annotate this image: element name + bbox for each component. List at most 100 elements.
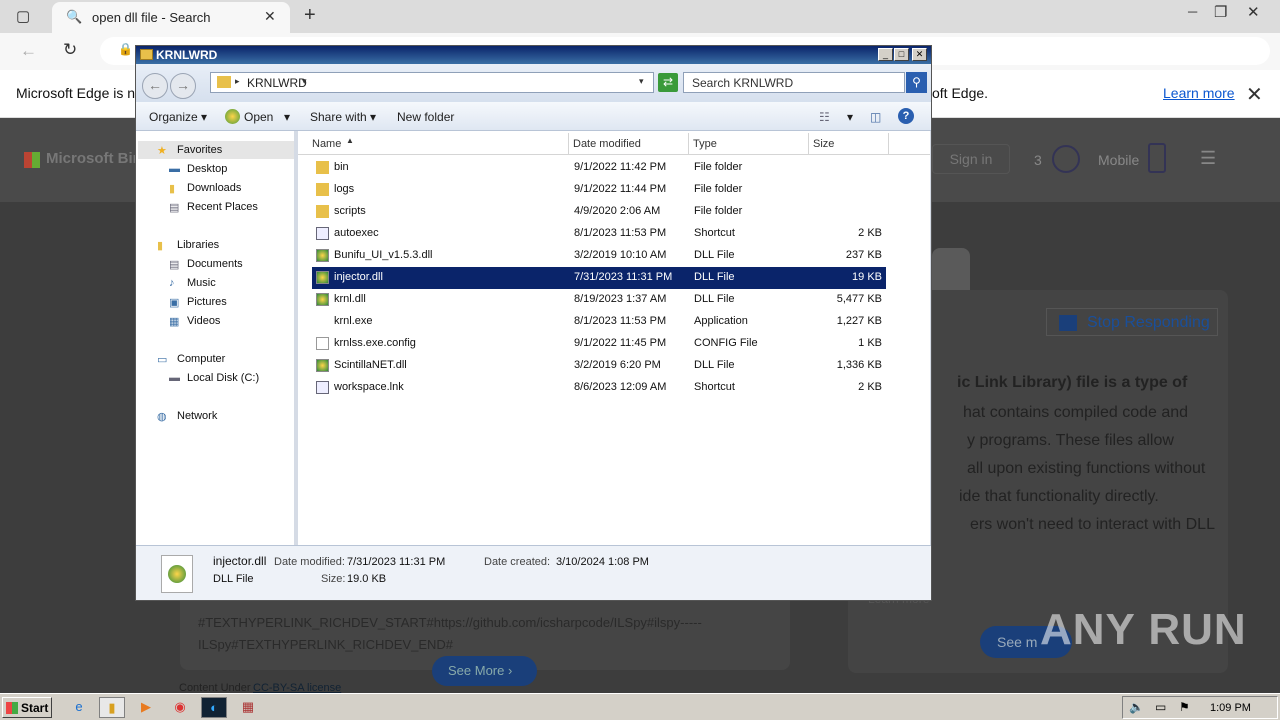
back-icon[interactable]: ← [20, 41, 37, 61]
chrome-icon[interactable]: ◉ [167, 697, 193, 718]
mobile-label[interactable]: Mobile [1098, 152, 1139, 168]
tab-title: open dll file - Search [92, 10, 211, 25]
forward-button[interactable]: → [170, 73, 196, 99]
nav-pictures[interactable]: Pictures [187, 296, 227, 308]
file-row[interactable]: logs 9/1/2022 11:44 PM File folder [312, 179, 886, 201]
file-size: 5,477 KB [836, 293, 882, 305]
file-date: 8/1/2023 11:53 PM [574, 315, 667, 327]
result-link-text[interactable]: #TEXTHYPERLINK_RICHDEV_START#https://git… [198, 612, 770, 656]
window-titlebar[interactable]: KRNLWRD _ □ ✕ [136, 46, 931, 64]
nav-videos[interactable]: Videos [187, 315, 220, 327]
volume-icon[interactable]: 🔈 [1129, 700, 1144, 714]
organize-button[interactable]: Organize ▾ [149, 110, 207, 124]
view-dropdown-icon[interactable]: ▾ [847, 110, 853, 124]
new-tab-icon[interactable]: + [304, 4, 316, 27]
mobile-icon[interactable] [1148, 143, 1166, 173]
share-with-button[interactable]: Share with ▾ [310, 110, 376, 124]
explorer-taskbar-icon[interactable]: ▮ [99, 697, 125, 718]
nav-network[interactable]: Network [177, 410, 217, 422]
file-row[interactable]: bin 9/1/2022 11:42 PM File folder [312, 157, 886, 179]
file-size: 237 KB [845, 249, 882, 261]
close-window-icon[interactable]: ✕ [1247, 3, 1260, 21]
maximize-button[interactable]: □ [894, 48, 909, 61]
search-input[interactable]: Search KRNLWRD [683, 72, 905, 93]
column-type[interactable]: Type [693, 138, 717, 150]
view-icon[interactable]: ☷ [819, 110, 830, 124]
column-size[interactable]: Size [813, 138, 834, 150]
nav-computer[interactable]: Computer [177, 353, 225, 365]
file-row[interactable]: krnlss.exe.config 9/1/2022 11:45 PM CONFIG… [312, 333, 886, 355]
search-button-icon[interactable]: ⚲ [906, 72, 927, 93]
minimize-button[interactable]: _ [878, 48, 893, 61]
open-dropdown-icon[interactable]: ▾ [284, 110, 290, 124]
file-row[interactable]: scripts 4/9/2020 2:06 AM File folder [312, 201, 886, 223]
browser-tab[interactable]: 🔍 open dll file - Search ✕ [52, 2, 290, 33]
file-type: Shortcut [694, 381, 735, 393]
close-tab-icon[interactable]: ✕ [264, 8, 276, 25]
file-name: autoexec [334, 227, 379, 239]
file-row[interactable]: injector.dll 7/31/2023 11:31 PM DLL File 19… [312, 267, 886, 289]
nav-recent-places[interactable]: Recent Places [187, 201, 258, 213]
nav-downloads[interactable]: Downloads [187, 182, 241, 194]
learn-more-link[interactable]: Learn more [1163, 85, 1235, 101]
file-row[interactable]: krnl.dll 8/19/2023 1:37 AM DLL File 5,477 K… [312, 289, 886, 311]
file-type: Application [694, 315, 748, 327]
nav-favorites[interactable]: Favorites [177, 144, 222, 156]
network-tray-icon[interactable]: ▭ [1155, 700, 1166, 714]
folder-icon [316, 183, 329, 196]
nav-music[interactable]: Music [187, 277, 216, 289]
downloads-icon: ▮ [169, 183, 176, 195]
minimize-icon[interactable]: ─ [1188, 4, 1197, 19]
file-type: File folder [694, 161, 743, 173]
media-player-icon[interactable]: ▶ [133, 697, 159, 718]
chevron-down-icon[interactable]: ▾ [302, 76, 307, 87]
column-date[interactable]: Date modified [573, 138, 641, 150]
nav-local-disk[interactable]: Local Disk (C:) [187, 372, 259, 384]
stop-label: Stop Responding [1087, 314, 1210, 331]
address-dropdown-icon[interactable]: ▾ [639, 76, 644, 87]
help-icon[interactable]: ? [898, 108, 914, 124]
file-row[interactable]: krnl.exe 8/1/2023 11:53 PM Application 1,22… [312, 311, 886, 333]
new-folder-button[interactable]: New folder [397, 110, 454, 124]
file-row[interactable]: Bunifu_UI_v1.5.3.dll 3/2/2019 10:10 AM DLL… [312, 245, 886, 267]
winrar-icon[interactable]: ▦ [235, 697, 261, 718]
chevron-right-icon[interactable]: ▸ [235, 76, 240, 87]
answer-line-3: y programs. These files allow [967, 432, 1174, 449]
file-row[interactable]: workspace.lnk 8/6/2023 12:09 AM Shortcut 2 … [312, 377, 886, 399]
restore-icon[interactable]: ❐ [1214, 3, 1227, 21]
file-type: DLL File [694, 249, 735, 261]
nav-libraries[interactable]: Libraries [177, 239, 219, 251]
see-more-button[interactable]: See More › [432, 656, 537, 686]
open-button[interactable]: Open [244, 110, 273, 124]
close-button[interactable]: ✕ [912, 48, 927, 61]
rewards-icon[interactable] [1052, 145, 1080, 173]
file-row[interactable]: autoexec 8/1/2023 11:53 PM Shortcut 2 KB [312, 223, 886, 245]
file-type: File folder [694, 183, 743, 195]
edge-taskbar-icon[interactable]: ◐ [201, 697, 227, 718]
file-type: Shortcut [694, 227, 735, 239]
nav-documents[interactable]: Documents [187, 258, 243, 270]
refresh-icon[interactable]: ⇄ [658, 73, 678, 92]
refresh-icon[interactable]: ↻ [63, 40, 77, 60]
back-button[interactable]: ← [142, 73, 168, 99]
tab-actions-icon[interactable]: ▢ [16, 7, 30, 25]
ie-icon[interactable]: e [66, 697, 92, 718]
close-info-icon[interactable]: ✕ [1246, 82, 1263, 107]
column-name[interactable]: Name [312, 138, 341, 150]
preview-pane-icon[interactable]: ◫ [870, 110, 881, 124]
file-type: DLL File [694, 359, 735, 371]
see-more-copilot-label: See m [997, 634, 1038, 650]
flag-icon[interactable]: ⚑ [1179, 700, 1190, 714]
file-row[interactable]: ScintillaNET.dll 3/2/2019 6:20 PM DLL File… [312, 355, 886, 377]
sign-in-button[interactable]: Sign in [932, 144, 1010, 174]
search-placeholder: Search KRNLWRD [692, 76, 794, 90]
menu-icon[interactable]: ☰ [1200, 148, 1216, 169]
file-date: 9/1/2022 11:42 PM [574, 161, 667, 173]
start-button[interactable]: Start [2, 697, 52, 718]
clock[interactable]: 1:09 PM [1210, 702, 1251, 714]
address-bar[interactable]: ▸ KRNLWRD ▾ ▾ [210, 72, 654, 93]
start-label: Start [21, 701, 49, 715]
nav-desktop[interactable]: Desktop [187, 163, 227, 175]
file-size: 19 KB [852, 271, 882, 283]
folder-icon [140, 49, 153, 60]
